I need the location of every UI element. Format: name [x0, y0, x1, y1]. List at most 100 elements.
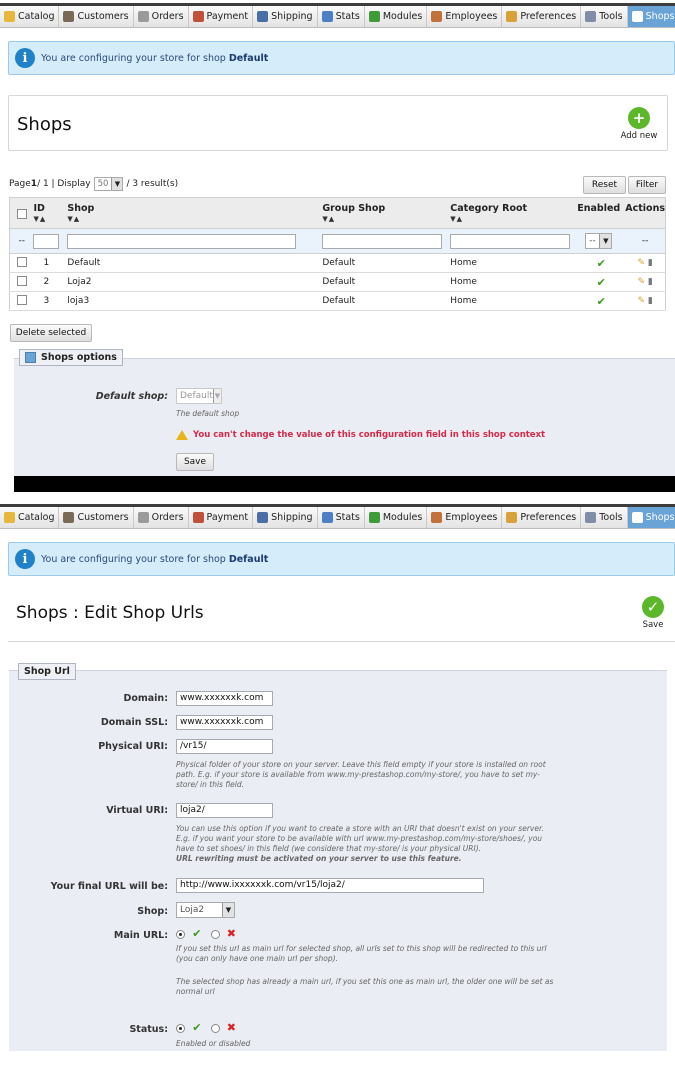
cart-icon	[137, 512, 149, 523]
top-nav-bar: Catalog Customers Orders Payment Shipping Sta…	[0, 3, 675, 28]
main-url-options: ✔ ✖	[176, 927, 236, 940]
main-url-no-radio[interactable]	[210, 929, 220, 939]
tab-catalog[interactable]: Catalog	[0, 6, 60, 27]
domain-label: Domain:	[123, 693, 168, 704]
tab-employees[interactable]: Employees	[427, 6, 503, 27]
tab-payment[interactable]: Payment	[188, 6, 254, 27]
edit-icon[interactable]: ✎	[637, 296, 645, 306]
virtual-uri-input[interactable]: loja2/	[176, 803, 273, 818]
default-shop-label: Default shop:	[95, 391, 168, 402]
sort-arrows-icon[interactable]: ▼▲	[67, 215, 322, 223]
tab-label: Employees	[445, 512, 498, 523]
tab-label: Shipping	[271, 11, 313, 22]
tab-tools[interactable]: Tools	[581, 507, 628, 528]
add-icon: +	[628, 107, 650, 129]
per-page-select[interactable]: 50 ▼	[93, 177, 124, 191]
sort-arrows-icon[interactable]: ▼▲	[322, 215, 450, 223]
enabled-check-icon[interactable]: ✔	[597, 257, 606, 270]
status-enabled-radio[interactable]	[176, 1023, 185, 1033]
sort-arrows-icon[interactable]: ▼▲	[450, 215, 577, 223]
physical-uri-hint: Physical folder of your store on your se…	[176, 760, 546, 789]
tab-shops[interactable]: Shops	[627, 6, 675, 27]
delete-icon[interactable]: ▮	[648, 258, 653, 268]
save-button[interactable]: ✓ Save	[628, 596, 675, 630]
shops-table: ID ▼▲ Shop ▼▲ Group Shop ▼▲ Category Root ▼▲…	[9, 197, 666, 311]
filter-button[interactable]: Filter	[628, 176, 666, 194]
delete-icon[interactable]: ▮	[648, 277, 653, 287]
tab-modules[interactable]: Modules	[364, 507, 428, 528]
tab-label: Customers	[77, 11, 129, 22]
tab-shipping[interactable]: Shipping	[253, 6, 318, 27]
tab-shops[interactable]: Shops	[627, 507, 675, 528]
tab-label: Tools	[599, 512, 623, 523]
filter-enabled-select[interactable]: -- ▼	[585, 233, 613, 249]
table-row[interactable]: 3 loja3 Default Home ✔ ✎ ▮	[9, 291, 666, 311]
wrench-icon	[585, 512, 597, 523]
cart-icon	[137, 11, 149, 22]
sort-arrows-icon[interactable]: ▼▲	[33, 215, 67, 223]
folder-icon	[4, 512, 15, 523]
tab-shipping[interactable]: Shipping	[253, 507, 318, 528]
tab-tools[interactable]: Tools	[581, 6, 628, 27]
tab-label: Orders	[151, 512, 184, 523]
tab-modules[interactable]: Modules	[364, 6, 428, 27]
info-icon: i	[15, 48, 35, 68]
table-row[interactable]: 2 Loja2 Default Home ✔ ✎ ▮	[9, 272, 666, 292]
edit-icon[interactable]: ✎	[637, 258, 645, 268]
edit-icon[interactable]: ✎	[637, 277, 645, 287]
context-warning: You can't change the value of this confi…	[176, 430, 545, 440]
tab-preferences[interactable]: Preferences	[502, 507, 582, 528]
main-url-yes-radio[interactable]	[176, 929, 185, 939]
wrench-icon	[585, 11, 597, 22]
tab-orders[interactable]: Orders	[133, 507, 189, 528]
truck-icon	[257, 11, 269, 22]
default-shop-hint: The default shop	[176, 409, 240, 418]
row-checkbox[interactable]	[16, 275, 27, 286]
status-disabled-radio[interactable]	[210, 1023, 220, 1033]
final-url-input[interactable]: http://www.ixxxxxxk.com/vr15/loja2/	[176, 878, 484, 893]
filter-shop-input[interactable]	[67, 233, 297, 249]
row-checkbox[interactable]	[16, 256, 27, 267]
no-cross-icon: ✖	[226, 927, 236, 940]
domain-ssl-input[interactable]: www.xxxxxxk.com	[176, 715, 273, 730]
chevron-down-icon: ▼	[599, 234, 612, 248]
user-icon	[63, 512, 75, 523]
shop-select[interactable]: Loja2 ▼	[176, 902, 235, 918]
table-row[interactable]: 1 Default Default Home ✔ ✎ ▮	[9, 253, 666, 273]
tab-label: Preferences	[520, 512, 577, 523]
delete-selected-button[interactable]: Delete selected	[10, 324, 92, 342]
physical-uri-input[interactable]: /vr15/	[176, 739, 273, 754]
payment-icon	[192, 512, 204, 523]
filter-group-input[interactable]	[322, 233, 443, 249]
row-checkbox[interactable]	[16, 294, 27, 305]
tab-stats[interactable]: Stats	[317, 6, 365, 27]
filter-id-input[interactable]	[33, 233, 60, 249]
truck-icon	[257, 512, 269, 523]
filter-category-input[interactable]	[450, 233, 571, 249]
tab-catalog[interactable]: Catalog	[0, 507, 60, 528]
tab-stats[interactable]: Stats	[317, 507, 365, 528]
tab-label: Payment	[206, 512, 249, 523]
options-save-button[interactable]: Save	[176, 453, 214, 471]
add-new-button[interactable]: + Add new	[614, 107, 664, 141]
enabled-check-icon[interactable]: ✔	[597, 295, 606, 308]
tab-employees[interactable]: Employees	[427, 507, 503, 528]
status-hint: Enabled or disabled	[176, 1039, 251, 1048]
domain-input[interactable]: www.xxxxxxk.com	[176, 691, 273, 706]
default-shop-select[interactable]: Default ▼	[176, 388, 222, 404]
tab-customers[interactable]: Customers	[59, 6, 134, 27]
tab-payment[interactable]: Payment	[188, 507, 254, 528]
preferences-icon	[506, 512, 518, 523]
info-icon: i	[15, 549, 35, 569]
status-label: Status:	[129, 1024, 168, 1035]
tab-orders[interactable]: Orders	[133, 6, 189, 27]
reset-button[interactable]: Reset	[583, 176, 626, 194]
enabled-check-icon[interactable]: ✔	[597, 276, 606, 289]
delete-icon[interactable]: ▮	[648, 296, 653, 306]
tab-label: Shops	[645, 512, 675, 523]
yes-check-icon: ✔	[192, 927, 202, 940]
select-all-checkbox[interactable]	[16, 209, 27, 219]
tab-customers[interactable]: Customers	[59, 507, 134, 528]
tab-preferences[interactable]: Preferences	[502, 6, 582, 27]
column-header-category-root: Category Root	[450, 203, 528, 214]
